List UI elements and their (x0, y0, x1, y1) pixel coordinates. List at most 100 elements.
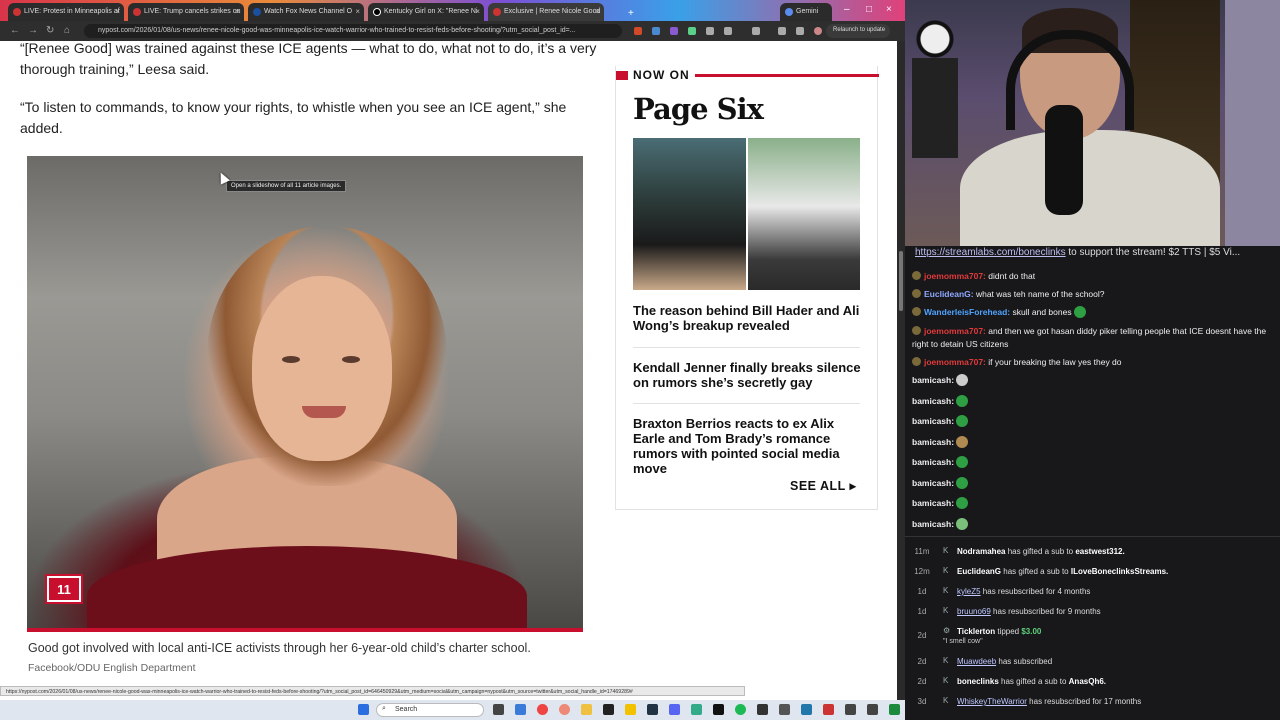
screenshot-icon[interactable] (796, 27, 804, 35)
badge-icon (912, 357, 921, 366)
tab-fox[interactable]: Watch Fox News Channel O × (248, 3, 364, 21)
url-field[interactable]: nypost.com/2026/01/08/us-news/renee-nico… (84, 24, 622, 38)
extension-icon[interactable] (706, 27, 714, 35)
profile-avatar[interactable] (814, 27, 822, 35)
home-icon[interactable]: ⌂ (64, 25, 70, 36)
app-icon[interactable] (889, 704, 900, 715)
activity-user[interactable]: boneclinks (957, 677, 999, 686)
activity-user[interactable]: Ticklerton (957, 627, 995, 636)
activity-target[interactable]: eastwest312. (1075, 547, 1124, 556)
activity-user[interactable]: WhiskeyTheWarrior (957, 697, 1027, 706)
spotify-icon[interactable] (735, 704, 746, 715)
extension-icon[interactable] (652, 27, 660, 35)
steam-icon[interactable] (647, 704, 658, 715)
tab-protest[interactable]: LIVE: Protest in Minneapolis af × (8, 3, 124, 21)
app-icon[interactable] (823, 704, 834, 715)
activity-user[interactable]: bruuno69 (957, 607, 991, 616)
download-icon[interactable] (778, 27, 786, 35)
activity-action: has subscribed (998, 657, 1053, 666)
chat-username[interactable]: bamicash: (912, 478, 954, 488)
activity-user[interactable]: kyleZ5 (957, 587, 981, 596)
see-all-link[interactable]: SEE ALL ▸ (790, 478, 856, 493)
edge-icon[interactable] (515, 704, 526, 715)
app-icon[interactable] (691, 704, 702, 715)
chat-username[interactable]: bamicash: (912, 498, 954, 508)
discord-icon[interactable] (669, 704, 680, 715)
scrollbar-thumb[interactable] (899, 251, 903, 311)
windows-start-icon[interactable] (358, 704, 369, 715)
story-image[interactable] (633, 138, 860, 290)
relaunch-button[interactable]: Relaunch to update (826, 24, 890, 38)
chat-username[interactable]: EuclideanG: (924, 289, 974, 299)
close-icon[interactable]: × (475, 7, 480, 16)
new-tab-button[interactable]: + (624, 3, 654, 21)
tab-strip: LIVE: Protest in Minneapolis af × LIVE: T… (0, 0, 905, 21)
chrome-icon[interactable] (537, 704, 548, 715)
slideshow-count-badge[interactable]: 11 (45, 574, 83, 604)
sidebar-icon[interactable] (752, 27, 760, 35)
badge-icon (912, 289, 921, 298)
tab-trump[interactable]: LIVE: Trump cancels strikes on × (128, 3, 244, 21)
folder-icon[interactable] (625, 704, 636, 715)
chat-username[interactable]: joemomma707: (924, 357, 986, 367)
tab-exclusive[interactable]: Exclusive | Renee Nicole Good × (488, 3, 604, 21)
chat-username[interactable]: joemomma707: (924, 326, 986, 336)
activity-target[interactable]: ILoveBoneclinksStreams. (1071, 567, 1168, 576)
app-icon[interactable] (581, 704, 592, 715)
app-icon[interactable] (757, 704, 768, 715)
streamlabs-link[interactable]: https://streamlabs.com/boneclinks (915, 247, 1066, 258)
chat-username[interactable]: WanderleisForehead: (924, 307, 1010, 317)
extensions-menu-icon[interactable] (724, 27, 732, 35)
tiktok-icon[interactable] (713, 704, 724, 715)
taskbar-search[interactable]: ⌕ Search (376, 703, 484, 717)
chrome-profile-icon[interactable] (559, 704, 570, 715)
close-window-icon[interactable]: × (886, 4, 892, 15)
activity-item: 12m K EuclideanG has gifted a sub to ILove… (905, 562, 1280, 582)
maximize-icon[interactable]: □ (866, 4, 872, 15)
chat-username[interactable]: joemomma707: (924, 271, 986, 281)
obs-icon[interactable] (603, 704, 614, 715)
activity-time: 2d (917, 631, 927, 640)
close-icon[interactable]: × (235, 7, 240, 16)
story-link[interactable]: Braxton Berrios reacts to ex Alix Earle … (633, 416, 863, 476)
forward-icon[interactable]: → (28, 25, 38, 36)
tab-kentucky[interactable]: Kentucky Girl on X: "Renee Ni × (368, 3, 484, 21)
app-icon[interactable] (867, 704, 878, 715)
chat-username[interactable]: bamicash: (912, 396, 954, 406)
app-icon[interactable] (779, 704, 790, 715)
close-icon[interactable]: × (355, 7, 360, 16)
minimize-icon[interactable]: – (844, 4, 850, 15)
header-marker (616, 71, 628, 80)
app-icon[interactable] (801, 704, 812, 715)
page-six-logo[interactable]: Page Six (633, 92, 764, 126)
article-photo[interactable]: 11 (27, 156, 583, 628)
tab-gemini[interactable]: Gemini (780, 3, 832, 21)
extension-icon[interactable] (670, 27, 678, 35)
extension-icon[interactable] (688, 27, 696, 35)
close-icon[interactable]: × (115, 7, 120, 16)
story-link[interactable]: The reason behind Bill Hader and Ali Won… (633, 303, 863, 333)
webcam-wall (1225, 0, 1280, 246)
page-scrollbar[interactable] (897, 41, 905, 700)
sub-icon: K (943, 696, 949, 705)
activity-user[interactable]: Nodramahea (957, 547, 1005, 556)
chat-username[interactable]: bamicash: (912, 437, 954, 447)
app-icon[interactable] (845, 704, 856, 715)
activity-user[interactable]: EuclideanG (957, 567, 1001, 576)
chat-username[interactable]: bamicash: (912, 375, 954, 385)
back-icon[interactable]: ← (10, 25, 20, 36)
chat-username[interactable]: bamicash: (912, 416, 954, 426)
story-link[interactable]: Kendall Jenner finally breaks silence on… (633, 360, 863, 390)
close-icon[interactable]: × (595, 7, 600, 16)
extension-icon[interactable] (634, 27, 642, 35)
chat-message: bamicash: (912, 436, 1274, 449)
activity-target[interactable]: AnasQh6. (1069, 677, 1106, 686)
tip-amount: $3.00 (1021, 627, 1042, 636)
activity-user[interactable]: Muawdeeb (957, 657, 996, 666)
chat-username[interactable]: bamicash: (912, 519, 954, 529)
task-view-icon[interactable] (493, 704, 504, 715)
chat-username[interactable]: bamicash: (912, 457, 954, 467)
activity-item: 2d K Muawdeeb has subscribed (905, 652, 1280, 672)
reload-icon[interactable]: ↻ (46, 25, 54, 36)
activity-time: 2d (917, 677, 927, 686)
